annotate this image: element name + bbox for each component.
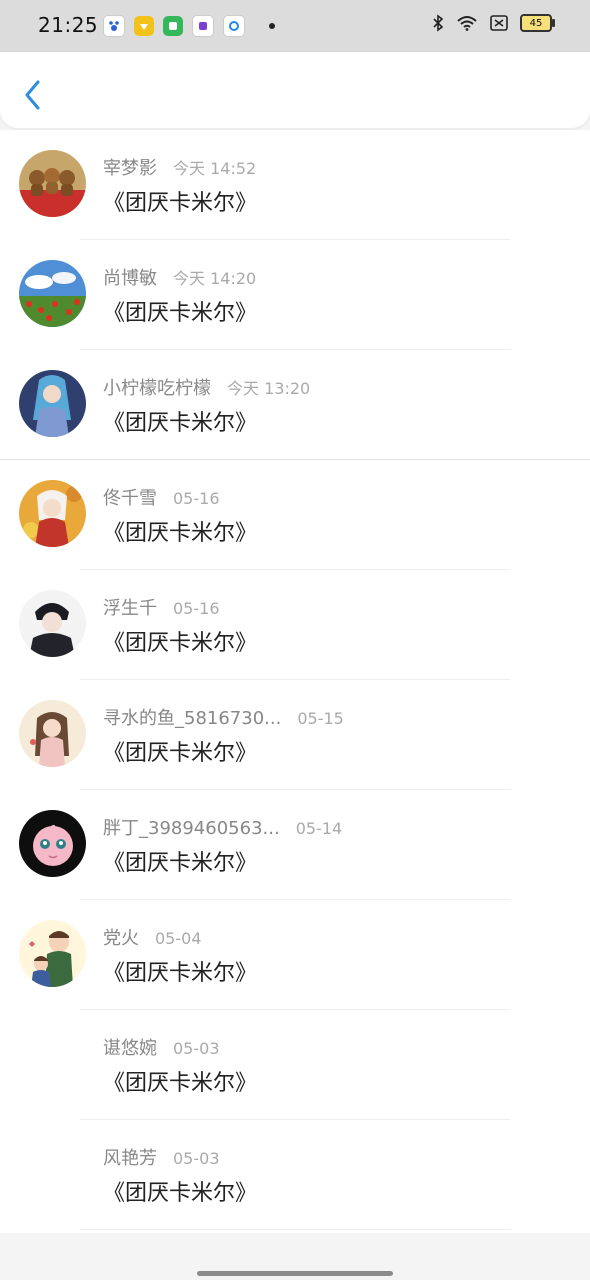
timestamp: 今天 14:52 [173,159,257,178]
timestamp: 05-16 [173,489,220,508]
green-app-icon [163,16,183,36]
message-content: 《团厌卡米尔》 [103,411,258,436]
avatar[interactable] [19,260,86,327]
list-item[interactable]: 佟千雪 05-16 《团厌卡米尔》 [0,460,590,570]
name-row: 浮生千 05-16 [103,594,220,620]
name-row: 谌悠婉 05-03 [103,1034,220,1060]
user-name[interactable]: 风艳芳 [103,1144,157,1170]
status-bar: 21:25 45 [0,0,590,52]
message-content: 《团厌卡米尔》 [103,1071,258,1096]
name-row: 胖丁_3989460563... 05-14 [103,814,342,840]
message-content: 《团厌卡米尔》 [103,1181,258,1206]
wifi-icon [457,16,477,31]
message-content: 《团厌卡米尔》 [103,191,258,216]
name-row: 寻水的鱼_5816730... 05-15 [103,704,344,730]
list-item[interactable]: 宰梦影 今天 14:52 《团厌卡米尔》 [0,130,590,240]
battery-icon: 45 [520,14,555,32]
user-name[interactable]: 谌悠婉 [103,1034,157,1060]
user-name[interactable]: 佟千雪 [103,484,157,510]
divider [80,1229,510,1230]
user-name[interactable]: 小柠檬吃柠檬 [103,374,211,400]
name-row: 佟千雪 05-16 [103,484,220,510]
message-content: 《团厌卡米尔》 [103,741,258,766]
user-name[interactable]: 浮生千 [103,594,157,620]
message-list: 宰梦影 今天 14:52 《团厌卡米尔》 尚博敏 今天 14:20 《团厌卡米尔… [0,130,590,1233]
timestamp: 05-03 [173,1149,220,1168]
chevron-left-icon [25,80,40,110]
name-row: 党火 05-04 [103,924,202,950]
timestamp: 05-03 [173,1039,220,1058]
avatar[interactable] [19,920,86,987]
message-content: 《团厌卡米尔》 [103,521,258,546]
name-row: 小柠檬吃柠檬 今天 13:20 [103,374,310,400]
avatar[interactable] [19,590,86,657]
timestamp: 05-16 [173,599,220,618]
avatar[interactable] [19,150,86,217]
list-item[interactable]: 小柠檬吃柠檬 今天 13:20 《团厌卡米尔》 [0,350,590,460]
bluetooth-icon [433,14,444,32]
name-row: 风艳芳 05-03 [103,1144,220,1170]
timestamp: 05-14 [295,819,343,838]
purple-app-icon [192,15,214,37]
user-name[interactable]: 胖丁_3989460563... [103,814,280,840]
list-item[interactable]: 党火 05-04 《团厌卡米尔》 [0,900,590,1010]
status-app-icons [103,15,275,37]
timestamp: 05-15 [297,709,344,728]
list-item[interactable]: 谌悠婉 05-03 《团厌卡米尔》 [0,1010,590,1120]
yellow-app-icon [134,16,154,36]
status-time: 21:25 [38,13,99,37]
timestamp: 今天 13:20 [227,379,311,398]
list-item[interactable]: 浮生千 05-16 《团厌卡米尔》 [0,570,590,680]
home-indicator[interactable] [197,1271,393,1276]
message-content: 《团厌卡米尔》 [103,961,258,986]
battery-level: 45 [529,17,543,29]
blue-app-icon [223,15,245,37]
header [0,52,590,128]
back-button[interactable] [22,78,46,112]
timestamp: 今天 14:20 [173,269,257,288]
message-content: 《团厌卡米尔》 [103,631,258,656]
avatar[interactable] [19,700,86,767]
user-name[interactable]: 党火 [103,924,139,950]
list-item[interactable]: 风艳芳 05-03 《团厌卡米尔》 [0,1120,590,1230]
baidu-app-icon [103,15,125,37]
notification-dot [269,23,275,29]
avatar[interactable] [19,810,86,877]
list-item[interactable]: 胖丁_3989460563... 05-14 《团厌卡米尔》 [0,790,590,900]
avatar[interactable] [19,480,86,547]
avatar[interactable] [19,370,86,437]
list-item[interactable]: 寻水的鱼_5816730... 05-15 《团厌卡米尔》 [0,680,590,790]
user-name[interactable]: 寻水的鱼_5816730... [103,704,281,730]
status-right: 45 [432,14,555,32]
list-item[interactable]: 尚博敏 今天 14:20 《团厌卡米尔》 [0,240,590,350]
user-name[interactable]: 尚博敏 [103,264,157,290]
name-row: 尚博敏 今天 14:20 [103,264,256,290]
message-content: 《团厌卡米尔》 [103,301,258,326]
user-name[interactable]: 宰梦影 [103,154,157,180]
sim-off-icon [490,15,508,31]
message-content: 《团厌卡米尔》 [103,851,258,876]
timestamp: 05-04 [155,929,202,948]
name-row: 宰梦影 今天 14:52 [103,154,256,180]
